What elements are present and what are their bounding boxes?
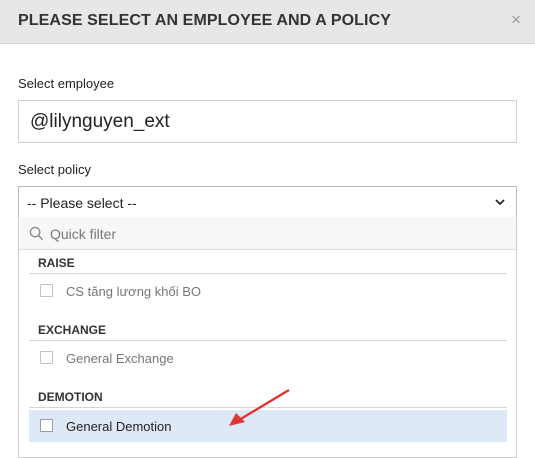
select-employee-policy-modal: PLEASE SELECT AN EMPLOYEE AND A POLICY ×… bbox=[0, 0, 535, 458]
option-label: General Demotion bbox=[66, 419, 172, 434]
quick-filter bbox=[19, 217, 516, 250]
option-checkbox[interactable] bbox=[40, 284, 53, 297]
policy-label: Select policy bbox=[18, 162, 91, 177]
group-header-demotion: DEMOTION bbox=[29, 384, 507, 408]
group-header-raise: RAISE bbox=[29, 250, 507, 274]
option-general-demotion[interactable]: General Demotion bbox=[29, 410, 507, 442]
modal-body: Select employee Select policy -- Please … bbox=[0, 45, 535, 458]
option-label: General Exchange bbox=[66, 351, 174, 366]
option-checkbox[interactable] bbox=[40, 351, 53, 364]
modal-header: PLEASE SELECT AN EMPLOYEE AND A POLICY × bbox=[0, 0, 535, 44]
policy-select-value: -- Please select -- bbox=[27, 195, 137, 211]
group-header-exchange: EXCHANGE bbox=[29, 317, 507, 341]
option-label: CS tăng lương khối BO bbox=[66, 284, 202, 299]
option-cs-tang-luong-khoi-bo[interactable]: CS tăng lương khối BO bbox=[29, 275, 507, 307]
option-general-exchange[interactable]: General Exchange bbox=[29, 342, 507, 374]
policy-select[interactable]: -- Please select -- bbox=[18, 186, 517, 218]
option-checkbox[interactable] bbox=[40, 419, 53, 432]
page: PLEASE SELECT AN EMPLOYEE AND A POLICY ×… bbox=[0, 0, 535, 458]
close-icon[interactable]: × bbox=[511, 10, 521, 30]
modal-title: PLEASE SELECT AN EMPLOYEE AND A POLICY bbox=[18, 12, 392, 29]
search-icon bbox=[29, 226, 44, 241]
quick-filter-input[interactable] bbox=[50, 224, 490, 244]
chevron-down-icon bbox=[495, 199, 505, 206]
employee-label: Select employee bbox=[18, 76, 115, 91]
employee-input[interactable] bbox=[18, 100, 517, 143]
policy-dropdown: RAISE CS tăng lương khối BO EXCHANGE Gen… bbox=[18, 217, 517, 458]
